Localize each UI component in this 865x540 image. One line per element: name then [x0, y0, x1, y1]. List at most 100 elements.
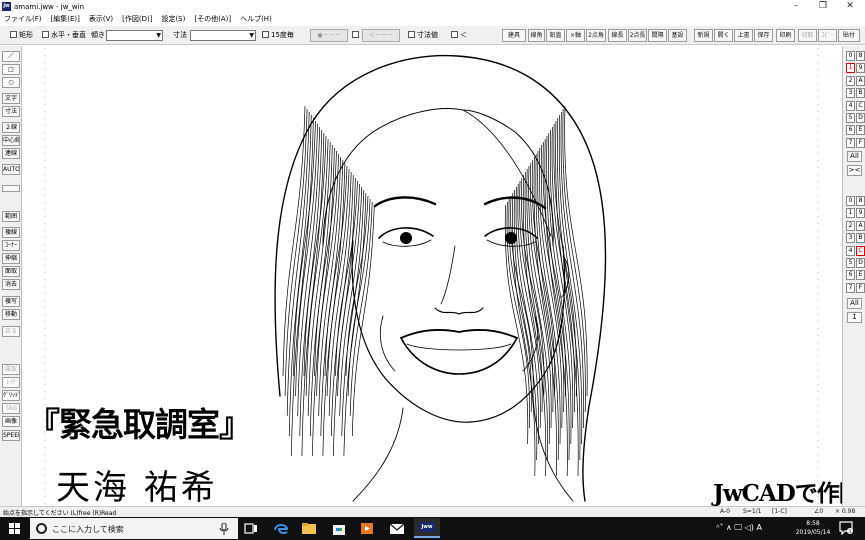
toolbar-button-6[interactable]: 2点長 [628, 29, 647, 42]
menu-view[interactable]: 表示(V) [89, 14, 113, 24]
taskbar-clock[interactable]: 8:58 2019/05/14 [795, 519, 831, 537]
layers_bottom-layer-8[interactable]: 8 [856, 196, 865, 206]
layers_top-layer-E[interactable]: E [856, 125, 865, 136]
layers_bottom-layer-0[interactable]: 0 [846, 196, 855, 206]
layers_top-layer-7[interactable]: 7 [846, 137, 855, 148]
menu-draw[interactable]: [作図(D)] [122, 14, 152, 24]
tool-button-7[interactable]: 連線 [2, 148, 20, 159]
toolbar-button-0[interactable]: 建具 [502, 29, 526, 42]
layers_bottom-layer-7[interactable]: 7 [846, 282, 855, 293]
layers_top-layer-2[interactable]: 2 [846, 75, 855, 86]
menu-settings[interactable]: 設定(S) [161, 14, 185, 24]
notification-icon[interactable]: 1 [839, 521, 853, 535]
tool-button-12[interactable]: ｺｰﾅｰ [2, 240, 20, 251]
dim-combo[interactable]: ▼ [190, 30, 256, 41]
toolbar-button-2[interactable]: 鉛直 [546, 29, 565, 42]
tool-button-5[interactable]: ２線 [2, 122, 20, 133]
tool-button-22[interactable]: TAG [2, 403, 20, 414]
toolbar-button-15[interactable]: ｺﾋﾟｰ [818, 29, 837, 42]
tool-button-13[interactable]: 伸縮 [2, 253, 20, 264]
rect-checkbox[interactable]: 矩形 [10, 30, 33, 41]
explorer-icon[interactable] [300, 520, 318, 537]
tool-button-14[interactable]: 面取 [2, 266, 20, 277]
mail-icon[interactable] [388, 520, 406, 537]
tool-button-21[interactable]: ｸﾞﾘｯﾄﾞ [2, 390, 20, 401]
toolbar-button-4[interactable]: 2点角 [586, 29, 606, 42]
layers_bottom-layer-E[interactable]: E [856, 270, 865, 281]
layer-group-all-button[interactable]: All [847, 298, 862, 309]
layers_bottom-layer-6[interactable]: 6 [846, 270, 855, 281]
toolbar-button-16[interactable]: 貼付 [838, 29, 860, 42]
layers_top-layer-A[interactable]: A [856, 75, 865, 86]
minimize-icon[interactable]: – [781, 0, 811, 13]
toolbar-button-5[interactable]: 線長 [608, 29, 627, 42]
status-zoom[interactable]: × 0.98 [835, 508, 855, 515]
menu-edit[interactable]: [編集(E)] [51, 14, 80, 24]
toolbar-button-12[interactable]: 保存 [754, 29, 773, 42]
layers_top-layer-3[interactable]: 3 [846, 88, 855, 99]
hv-checkbox[interactable]: 水平・垂直 [42, 30, 86, 41]
drawing-canvas[interactable]: 『緊急取調室』 天海 祐希 JwCADで作図 [23, 46, 842, 506]
tool-button-6[interactable]: 中心線 [2, 135, 20, 146]
tool-button-17[interactable]: 移動 [2, 309, 20, 320]
tool-button-19[interactable]: 属取 [2, 364, 20, 375]
arrow-checkbox[interactable] [352, 30, 361, 41]
layers_top-layer-0[interactable]: 0 [846, 51, 855, 61]
tool-button-11[interactable]: 複線 [2, 227, 20, 238]
layers_bottom-layer-F[interactable]: F [856, 282, 865, 293]
tool-button-9[interactable] [2, 185, 20, 192]
layers_bottom-layer-4[interactable]: 4 [846, 245, 855, 256]
layers_top-layer-B[interactable]: B [856, 88, 865, 99]
linetype-dash-button[interactable]: ●－－－ [310, 29, 348, 42]
layers_bottom-layer-A[interactable]: A [856, 220, 865, 231]
toolbar-button-1[interactable]: 線角 [528, 29, 545, 42]
tool-button-18[interactable]: 戻る [2, 326, 20, 337]
layers_top-layer-5[interactable]: 5 [846, 113, 855, 123]
toolbar-button-10[interactable]: 開く [714, 29, 733, 42]
arrow-type-button[interactable]: ＜－－－ [362, 29, 400, 42]
tool-button-16[interactable]: 複写 [2, 296, 20, 307]
toolbar-button-8[interactable]: 基設 [668, 29, 687, 42]
layers_bottom-layer-9[interactable]: 9 [856, 208, 865, 219]
layers_top-layer-D[interactable]: D [856, 113, 865, 123]
layers_top-layer-6[interactable]: 6 [846, 125, 855, 136]
tool-button-20[interactable]: ﾚｲﾔ [2, 377, 20, 388]
layers_bottom-layer-D[interactable]: D [856, 258, 865, 268]
layers_top-layer-1[interactable]: 1 [846, 63, 855, 74]
system-tray[interactable]: ᴬ˅ ∧ 🖵 ◁) A [716, 523, 762, 533]
layers_bottom-layer-5[interactable]: 5 [846, 258, 855, 268]
store-icon[interactable] [330, 520, 348, 537]
toolbar-button-7[interactable]: 間隔 [648, 29, 667, 42]
layers_top-layer-9[interactable]: 9 [856, 63, 865, 74]
layer-all-button[interactable]: All [847, 151, 862, 162]
layers_top-layer-C[interactable]: C [856, 100, 865, 111]
jwcad-icon[interactable]: Jww [414, 518, 440, 538]
toolbar-button-9[interactable]: 新規 [694, 29, 713, 42]
layers_bottom-layer-1[interactable]: 1 [846, 208, 855, 219]
layers_bottom-layer-C[interactable]: C [856, 245, 865, 256]
status-layer[interactable]: [1-C] [772, 508, 787, 515]
media-icon[interactable] [358, 520, 376, 537]
layers_bottom-layer-B[interactable]: B [856, 233, 865, 244]
layer-toggle-button[interactable]: >< [847, 165, 862, 176]
tool-button-8[interactable]: AUTO [2, 164, 20, 175]
menu-file[interactable]: ファイル(F) [4, 14, 42, 24]
microphone-icon[interactable] [219, 523, 229, 535]
menu-other[interactable]: [その他(A)] [194, 14, 231, 24]
tool-button-0[interactable]: ／ [2, 51, 20, 62]
windows-start-icon[interactable] [0, 517, 30, 540]
taskbar-search-box[interactable]: ここに入力して検索 [30, 518, 238, 539]
tool-button-3[interactable]: 文字 [2, 93, 20, 104]
status-layer-group[interactable]: A-0 [720, 508, 730, 515]
tool-button-4[interactable]: 寸法 [2, 106, 20, 117]
layer-group-one-button[interactable]: 1 [847, 312, 862, 323]
toolbar-button-11[interactable]: 上書 [734, 29, 753, 42]
deg15-checkbox[interactable]: 15度毎 [262, 30, 294, 41]
status-angle[interactable]: ∠0 [814, 508, 823, 515]
layers_top-layer-8[interactable]: 8 [856, 51, 865, 61]
toolbar-button-3[interactable]: ×軸 [566, 29, 585, 42]
lt-checkbox[interactable]: ＜ [451, 30, 467, 41]
tool-button-23[interactable]: 画像 [2, 416, 20, 427]
tool-button-24[interactable]: SPEED [2, 430, 20, 441]
toolbar-button-13[interactable]: 印刷 [776, 29, 795, 42]
